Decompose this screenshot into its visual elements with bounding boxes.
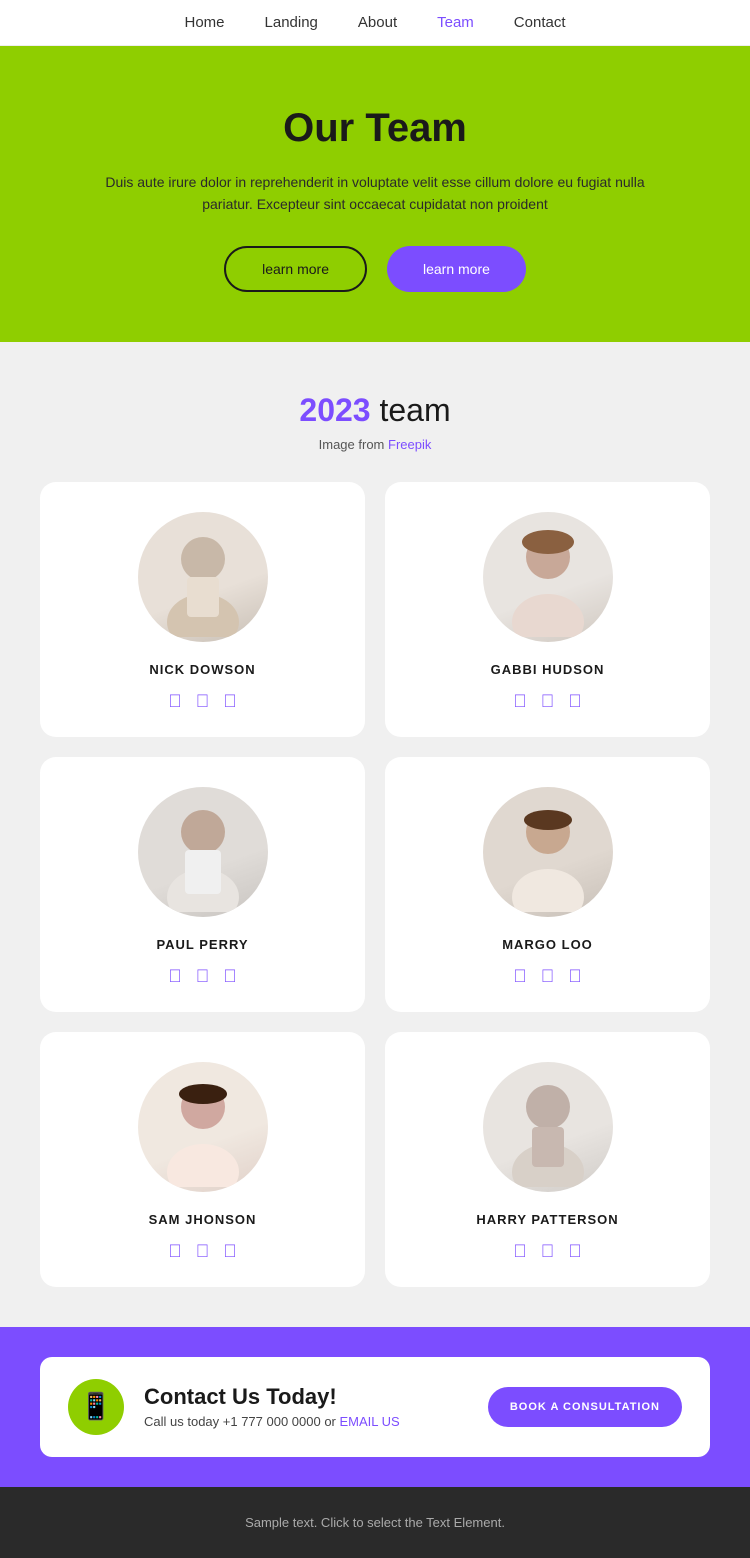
footer-text: Sample text. Click to select the Text El… [28, 1515, 722, 1530]
avatar-harry [483, 1062, 613, 1192]
team-heading: 2023 team [40, 392, 710, 429]
nav-about[interactable]: About [358, 14, 397, 31]
instagram-icon-gabbi[interactable]:  [568, 691, 582, 712]
instagram-icon-margo[interactable]:  [568, 966, 582, 987]
twitter-icon-paul[interactable]:  [196, 966, 210, 987]
twitter-icon-gabbi[interactable]:  [541, 691, 555, 712]
contact-phone: Call us today +1 777 000 0000 or EMAIL U… [144, 1414, 468, 1429]
social-icons-margo:    [513, 966, 582, 987]
facebook-icon-margo[interactable]:  [513, 966, 527, 987]
freepik-link[interactable]: Freepik [388, 437, 431, 452]
hero-title: Our Team [100, 106, 650, 151]
member-name-paul: PAUL PERRY [156, 937, 248, 952]
avatar-sam [138, 1062, 268, 1192]
member-name-gabbi: GABBI HUDSON [491, 662, 605, 677]
learn-more-outline-button[interactable]: learn more [224, 246, 367, 292]
twitter-icon-harry[interactable]:  [541, 1241, 555, 1262]
social-icons-harry:    [513, 1241, 582, 1262]
member-name-margo: MARGO LOO [502, 937, 593, 952]
team-card-paul: PAUL PERRY    [40, 757, 365, 1012]
contact-banner: 📱 Contact Us Today! Call us today +1 777… [0, 1327, 750, 1487]
nav-contact[interactable]: Contact [514, 14, 566, 31]
member-name-nick: NICK DOWSON [149, 662, 255, 677]
avatar-paul [138, 787, 268, 917]
avatar-gabbi [483, 512, 613, 642]
image-credit: Image from Freepik [40, 437, 710, 452]
hero-buttons: learn more learn more [100, 246, 650, 292]
member-name-harry: HARRY PATTERSON [476, 1212, 618, 1227]
email-us-link[interactable]: EMAIL US [340, 1414, 400, 1429]
footer: Sample text. Click to select the Text El… [0, 1487, 750, 1558]
twitter-icon-nick[interactable]:  [196, 691, 210, 712]
nav-team[interactable]: Team [437, 14, 474, 31]
hero-description: Duis aute irure dolor in reprehenderit i… [100, 171, 650, 216]
book-consultation-button[interactable]: BOOK A CONSULTATION [488, 1387, 682, 1427]
social-icons-gabbi:    [513, 691, 582, 712]
avatar-nick [138, 512, 268, 642]
instagram-icon-nick[interactable]:  [223, 691, 237, 712]
twitter-icon-sam[interactable]:  [196, 1241, 210, 1262]
team-section: 2023 team Image from Freepik NICK DOWSON… [0, 342, 750, 1327]
learn-more-filled-button[interactable]: learn more [387, 246, 526, 292]
team-year: 2023 [299, 392, 370, 428]
avatar-margo [483, 787, 613, 917]
nav-home[interactable]: Home [185, 14, 225, 31]
team-card-gabbi: GABBI HUDSON    [385, 482, 710, 737]
facebook-icon-paul[interactable]:  [168, 966, 182, 987]
facebook-icon-harry[interactable]:  [513, 1241, 527, 1262]
instagram-icon-paul[interactable]:  [223, 966, 237, 987]
team-card-margo: MARGO LOO    [385, 757, 710, 1012]
contact-box: 📱 Contact Us Today! Call us today +1 777… [40, 1357, 710, 1457]
navigation: Home Landing About Team Contact [0, 0, 750, 46]
team-card-nick: NICK DOWSON    [40, 482, 365, 737]
team-card-sam: SAM JHONSON    [40, 1032, 365, 1287]
facebook-icon-sam[interactable]:  [168, 1241, 182, 1262]
team-card-harry: HARRY PATTERSON    [385, 1032, 710, 1287]
team-word: team [379, 392, 450, 428]
social-icons-sam:    [168, 1241, 237, 1262]
facebook-icon-gabbi[interactable]:  [513, 691, 527, 712]
social-icons-nick:    [168, 691, 237, 712]
hero-section: Our Team Duis aute irure dolor in repreh… [0, 46, 750, 342]
contact-text: Contact Us Today! Call us today +1 777 0… [144, 1384, 468, 1429]
facebook-icon-nick[interactable]:  [168, 691, 182, 712]
instagram-icon-sam[interactable]:  [223, 1241, 237, 1262]
contact-title: Contact Us Today! [144, 1384, 468, 1410]
twitter-icon-margo[interactable]:  [541, 966, 555, 987]
social-icons-paul:    [168, 966, 237, 987]
member-name-sam: SAM JHONSON [149, 1212, 257, 1227]
team-grid: NICK DOWSON    GABBI HUDSON    [40, 482, 710, 1287]
contact-icon-wrap: 📱 [68, 1379, 124, 1435]
instagram-icon-harry[interactable]:  [568, 1241, 582, 1262]
phone-icon: 📱 [80, 1391, 112, 1422]
nav-landing[interactable]: Landing [265, 14, 318, 31]
